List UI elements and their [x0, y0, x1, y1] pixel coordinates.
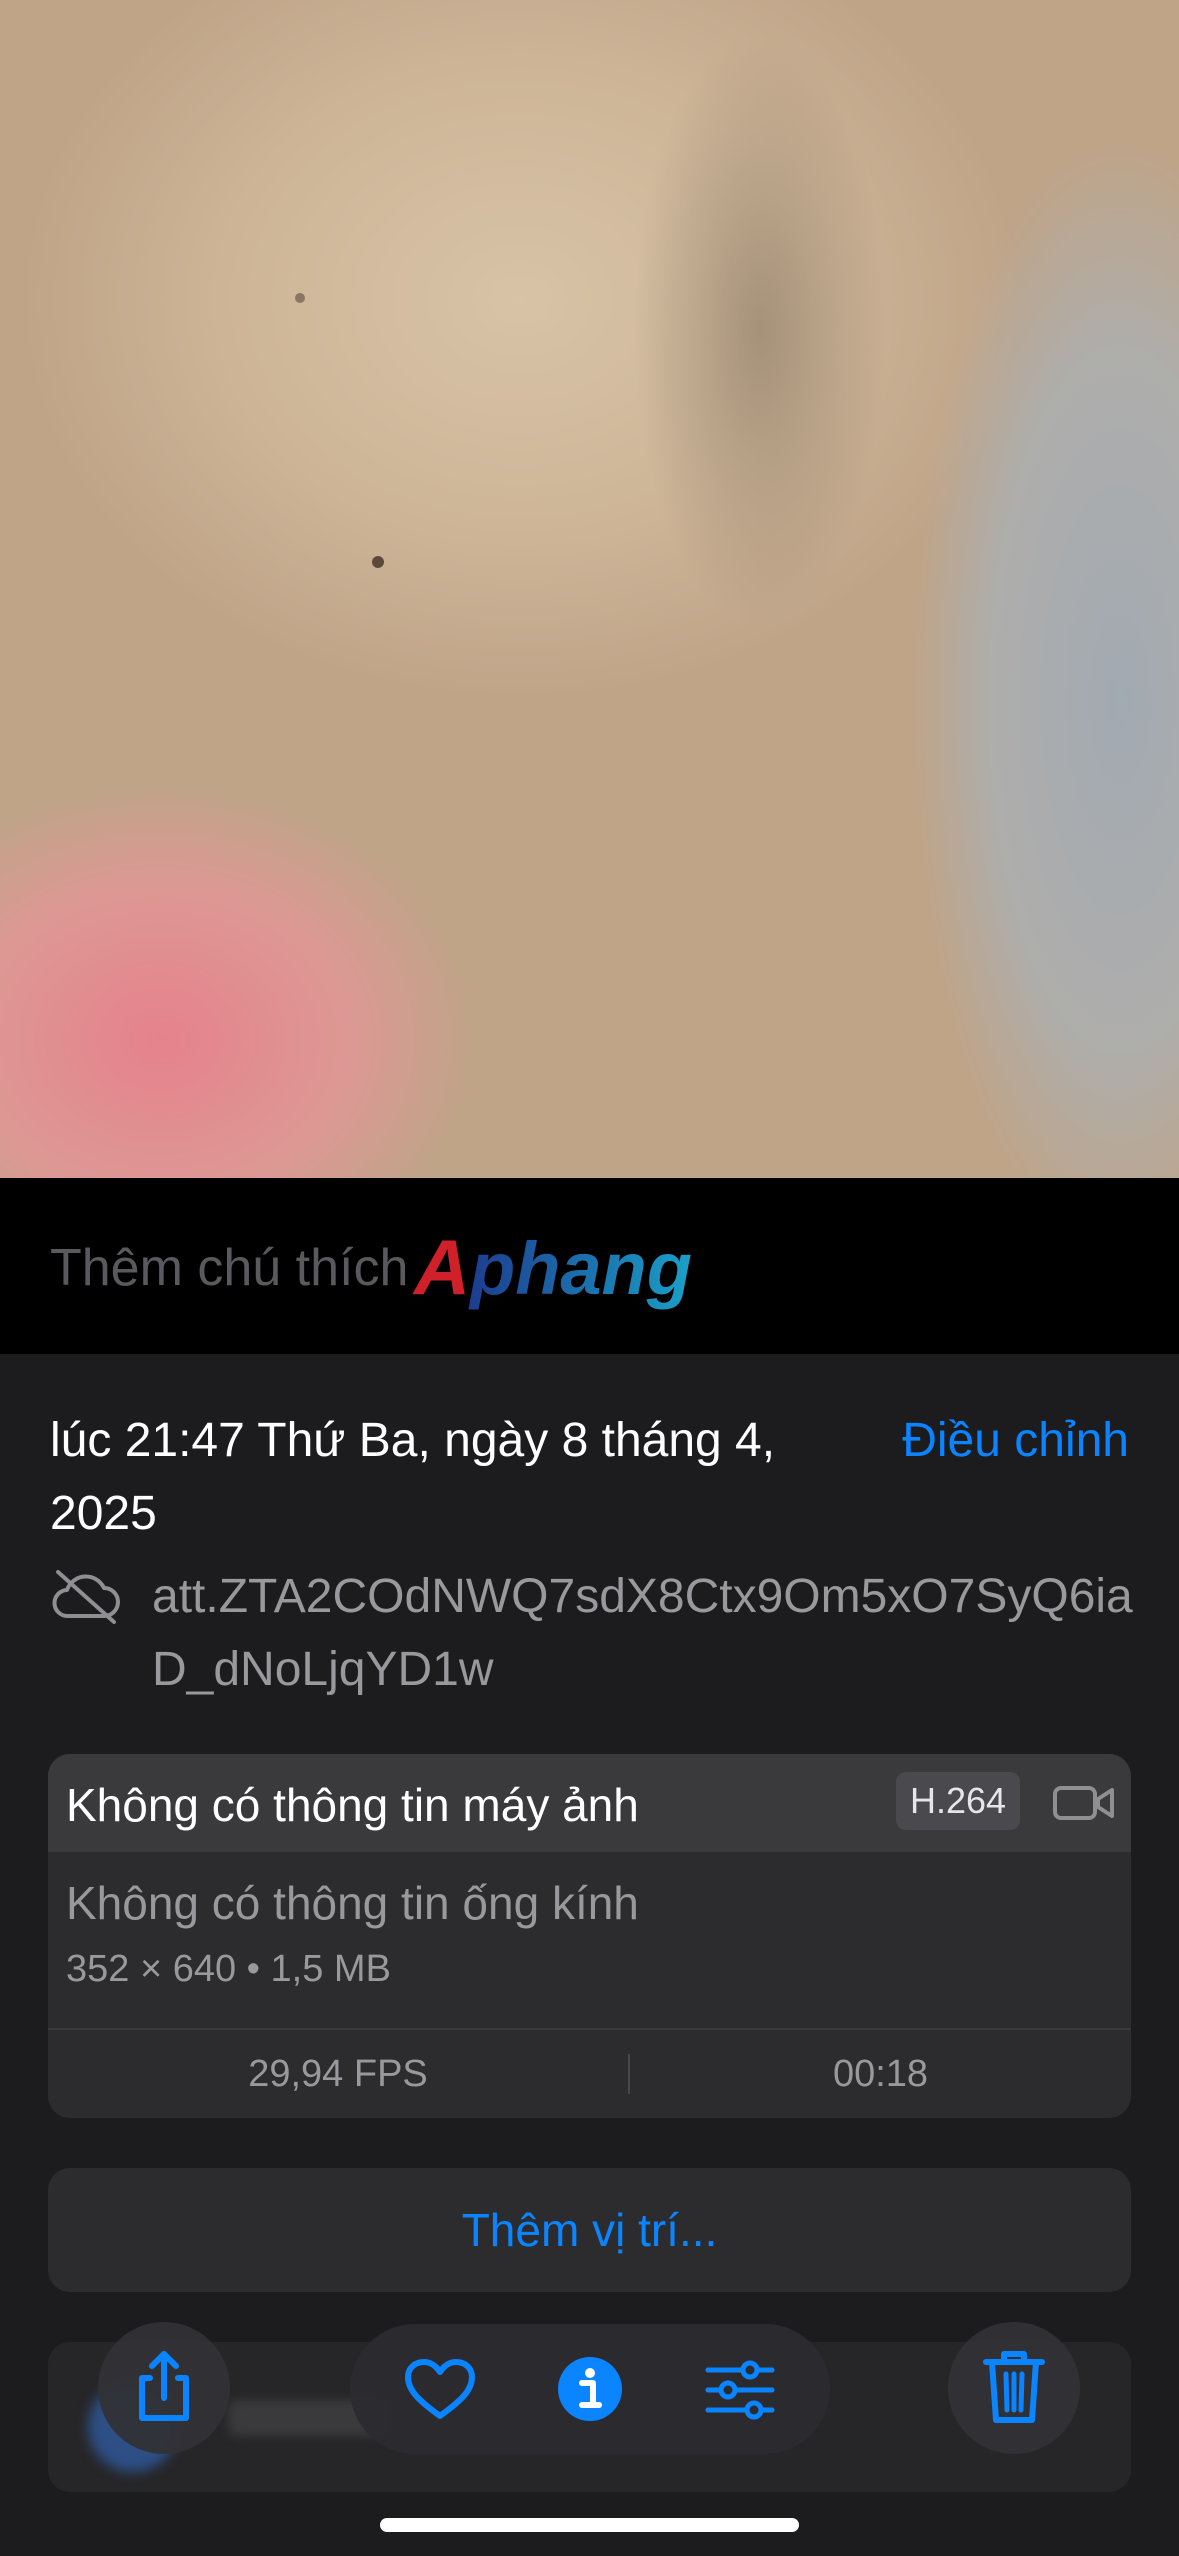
watermark-letter: A — [412, 1228, 470, 1311]
info-icon[interactable] — [556, 2355, 624, 2423]
caption-input[interactable]: Thêm chú thích — [50, 1238, 408, 1298]
heart-icon[interactable] — [404, 2358, 476, 2422]
duration: 00:18 — [832, 2053, 929, 2095]
lens-info: Không có thông tin ống kính — [66, 1877, 639, 1929]
file-name: att.ZTA2COdNWQ7sdX8Ctx9Om5xO7SyQ6iaD_dNo… — [152, 1570, 1133, 1696]
action-pill — [350, 2324, 830, 2454]
codec-badge: H.264 — [896, 1772, 1021, 1830]
photo-detail — [295, 293, 305, 303]
add-location-button[interactable]: Thêm vị trí... — [48, 2168, 1131, 2292]
frame-rate: 29,94 FPS — [248, 2053, 428, 2095]
metadata-card: Không có thông tin máy ảnh H.264 Không c… — [48, 1754, 1131, 2118]
resolution-size: 352 × 640 • 1,5 MB — [66, 1948, 391, 1990]
date-time-label: lúc 21:47 Thứ Ba, ngày 8 tháng 4, 2025 — [50, 1414, 776, 1540]
cloud-off-icon — [52, 1570, 120, 1624]
trash-icon — [983, 2351, 1045, 2423]
adjust-date-button[interactable]: Điều chỉnh — [902, 1404, 1129, 1477]
share-icon — [139, 2351, 189, 2421]
video-camera-icon — [1053, 1786, 1114, 1820]
camera-info-title: Không có thông tin máy ảnh — [66, 1779, 639, 1831]
share-button[interactable] — [98, 2322, 230, 2454]
adjust-sliders-icon[interactable] — [704, 2358, 776, 2422]
photo-view[interactable] — [0, 0, 1179, 1178]
photo-detail — [372, 556, 384, 568]
watermark-logo: A phang — [412, 1228, 692, 1311]
home-indicator[interactable] — [380, 2518, 799, 2532]
watermark-word: phang — [468, 1228, 692, 1310]
delete-button[interactable] — [948, 2322, 1080, 2454]
